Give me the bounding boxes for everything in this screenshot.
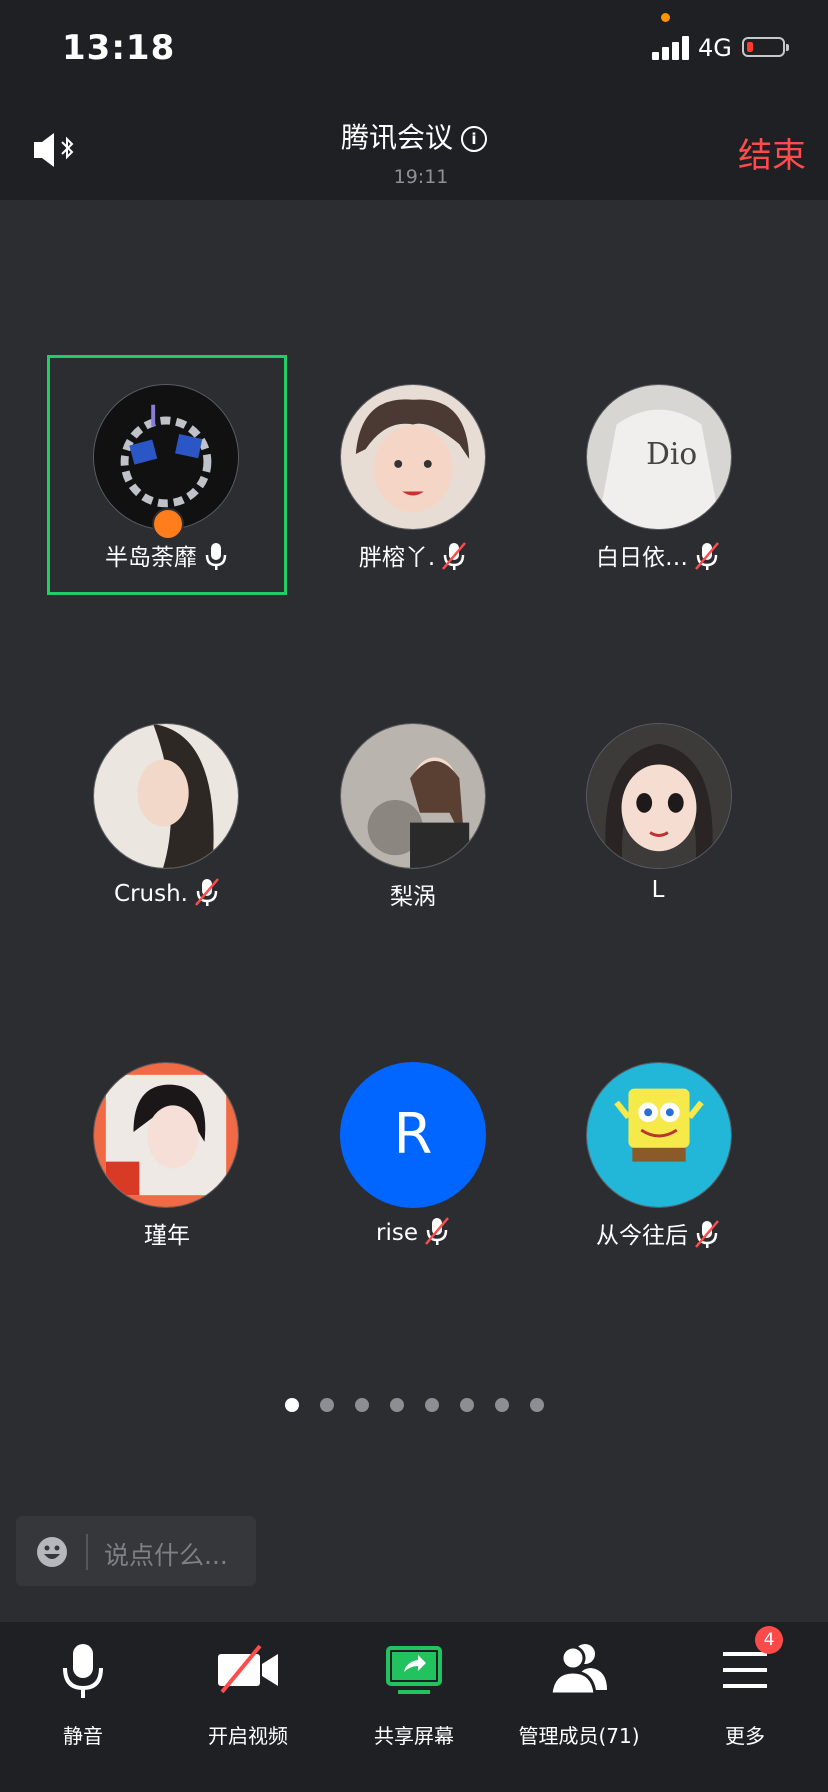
participant-name-row: 从今往后 — [538, 1216, 778, 1250]
more-notification-badge: 4 — [755, 1626, 783, 1654]
chat-input[interactable]: 说点什么... — [16, 1516, 256, 1586]
participant-name: 梨涡 — [390, 884, 436, 910]
network-type: 4G — [698, 34, 732, 62]
participant-avatar[interactable] — [340, 723, 486, 869]
meeting-title-text: 腾讯会议 — [340, 121, 453, 154]
mic-muted-icon — [442, 542, 467, 570]
participant-name: rise — [376, 1220, 418, 1246]
share-screen-icon — [386, 1646, 442, 1694]
start-video-label: 开启视频 — [208, 1724, 288, 1748]
participant-avatar[interactable]: Dio — [586, 384, 732, 530]
status-time: 13:18 — [62, 28, 176, 68]
video-off-icon — [218, 1644, 278, 1694]
mute-label: 静音 — [63, 1724, 103, 1748]
mic-muted-icon — [695, 1220, 719, 1248]
manage-members-button[interactable]: 管理成员(71) — [499, 1640, 659, 1750]
share-screen-label: 共享屏幕 — [374, 1724, 454, 1748]
more-label: 更多 — [725, 1724, 765, 1748]
page-dot[interactable] — [495, 1398, 509, 1412]
participant-name-row: 梨涡 — [293, 877, 533, 911]
page-dot[interactable] — [460, 1398, 474, 1412]
page-dot-active[interactable] — [285, 1398, 299, 1412]
participant-name: Crush. — [114, 881, 188, 907]
mic-on-icon — [205, 543, 227, 570]
more-button[interactable]: 更多 — [665, 1640, 825, 1750]
participant-name-row: 白日依… — [538, 538, 778, 572]
status-bar: 13:18 4G — [0, 0, 828, 100]
page-indicator[interactable] — [0, 1398, 828, 1414]
mic-muted-icon — [695, 542, 719, 570]
page-dot[interactable] — [530, 1398, 544, 1412]
participant-name-row: L — [538, 877, 778, 903]
participant-name-row: 半岛荼靡 — [47, 538, 287, 572]
participant-avatar[interactable] — [93, 723, 239, 869]
mic-muted-icon — [425, 1217, 449, 1245]
privacy-indicator-dot — [661, 13, 670, 22]
mute-button[interactable]: 静音 — [3, 1640, 163, 1750]
page-dot[interactable] — [320, 1398, 334, 1412]
avatar-initial: R — [393, 1102, 433, 1167]
participant-name: L — [651, 877, 665, 903]
chat-divider — [86, 1534, 88, 1570]
participant-name: 半岛荼靡 — [105, 545, 197, 571]
participant-name-row: 胖榕丫. — [293, 538, 533, 572]
microphone-icon — [63, 1644, 103, 1698]
signal-icon — [652, 36, 692, 60]
mic-muted-icon — [195, 878, 219, 906]
participant-name: 白日依… — [596, 545, 688, 571]
participant-name: 胖榕丫. — [358, 545, 436, 571]
info-icon[interactable]: i — [461, 126, 487, 152]
bottom-toolbar: 静音 开启视频 共享屏幕 管理成员(71) 更多 — [0, 1622, 828, 1792]
participant-name-row: Crush. — [47, 877, 287, 907]
participant-avatar-initial[interactable]: R — [340, 1062, 486, 1208]
meeting-title[interactable]: 腾讯会议 i — [0, 116, 828, 156]
battery-icon — [742, 37, 789, 57]
end-meeting-button[interactable]: 结束 — [738, 128, 806, 177]
start-video-button[interactable]: 开启视频 — [168, 1640, 328, 1750]
participant-name-row: 瑾年 — [47, 1216, 287, 1250]
page-dot[interactable] — [425, 1398, 439, 1412]
participant-name: 瑾年 — [144, 1223, 190, 1249]
meeting-duration: 19:11 — [393, 166, 449, 188]
host-badge-icon — [152, 508, 184, 540]
participant-name: 从今往后 — [596, 1223, 688, 1249]
members-icon — [549, 1644, 607, 1696]
share-screen-button[interactable]: 共享屏幕 — [334, 1640, 494, 1750]
page-dot[interactable] — [355, 1398, 369, 1412]
chat-placeholder: 说点什么... — [104, 1541, 228, 1570]
page-dot[interactable] — [390, 1398, 404, 1412]
manage-members-label: 管理成员(71) — [518, 1724, 640, 1748]
participant-avatar[interactable] — [340, 384, 486, 530]
meeting-header: 腾讯会议 i 19:11 结束 — [0, 100, 828, 200]
participant-avatar[interactable] — [586, 1062, 732, 1208]
emoji-icon[interactable] — [36, 1536, 68, 1568]
svg-text:Dio: Dio — [646, 437, 697, 471]
participant-name-row: rise — [293, 1216, 533, 1246]
participant-avatar[interactable] — [93, 1062, 239, 1208]
participant-avatar[interactable] — [586, 723, 732, 869]
